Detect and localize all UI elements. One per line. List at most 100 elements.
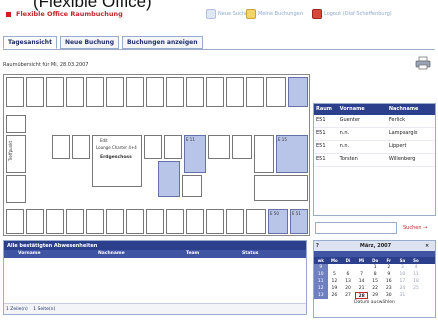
- room[interactable]: [164, 135, 182, 159]
- tab-tagesansicht[interactable]: Tagesansicht: [3, 36, 57, 49]
- column-vorname[interactable]: Vorname: [16, 250, 96, 258]
- tab-neue-buchung[interactable]: Neue Buchung: [59, 36, 119, 49]
- room[interactable]: [266, 77, 286, 107]
- calendar-day[interactable]: 12: [328, 278, 342, 285]
- new-search-link[interactable]: Neue Suche: [218, 11, 248, 17]
- room[interactable]: [6, 175, 26, 203]
- room-booked[interactable]: [288, 77, 308, 107]
- room[interactable]: [146, 209, 164, 234]
- column-team[interactable]: Team: [184, 250, 240, 258]
- room[interactable]: [6, 115, 26, 133]
- calendar-day[interactable]: 16: [382, 278, 396, 285]
- column-nachname[interactable]: Nachname: [96, 250, 184, 258]
- column-vorname[interactable]: Vorname: [338, 104, 387, 115]
- calendar-day[interactable]: 22: [368, 285, 382, 292]
- calendar-day[interactable]: 24: [396, 285, 410, 292]
- calendar-help-button[interactable]: ?: [314, 241, 328, 251]
- calendar-day[interactable]: [409, 292, 423, 299]
- calendar-day[interactable]: 8: [368, 271, 382, 278]
- room[interactable]: [182, 175, 202, 197]
- calendar-day[interactable]: 9: [382, 271, 396, 278]
- room[interactable]: [72, 135, 90, 159]
- calendar-day[interactable]: 3: [396, 264, 410, 271]
- table-row[interactable]: E51 n.n. Lampsargis: [314, 128, 435, 141]
- room[interactable]: [254, 135, 274, 173]
- room-booked[interactable]: [158, 161, 180, 197]
- room[interactable]: [6, 209, 24, 234]
- calendar-day[interactable]: 18: [409, 278, 423, 285]
- calendar-day[interactable]: [328, 264, 342, 271]
- room[interactable]: [46, 209, 64, 234]
- table-row[interactable]: E51 n.n. Lippert: [314, 141, 435, 154]
- calendar-day[interactable]: 19: [328, 285, 342, 292]
- calendar-day[interactable]: 30: [382, 292, 396, 299]
- room[interactable]: [6, 77, 24, 107]
- search-input[interactable]: [315, 222, 397, 234]
- room[interactable]: [26, 209, 44, 234]
- room[interactable]: [106, 77, 124, 107]
- room[interactable]: [208, 135, 230, 159]
- calendar-day[interactable]: 25: [409, 285, 423, 292]
- calendar-day[interactable]: 6: [341, 271, 355, 278]
- room[interactable]: [254, 175, 308, 201]
- search-button[interactable]: Suchen →: [398, 222, 436, 234]
- room[interactable]: [66, 209, 84, 234]
- column-nachname[interactable]: Nachname: [387, 104, 435, 115]
- room[interactable]: [86, 77, 104, 107]
- calendar-day[interactable]: 23: [382, 285, 396, 292]
- calendar-day[interactable]: 5: [328, 271, 342, 278]
- column-raum[interactable]: Raum: [314, 104, 338, 115]
- calendar-day[interactable]: 13: [341, 278, 355, 285]
- room[interactable]: [246, 77, 264, 107]
- room[interactable]: [232, 135, 252, 159]
- calendar-day[interactable]: 10: [396, 271, 410, 278]
- room[interactable]: [106, 209, 124, 234]
- table-row[interactable]: E51 Torsten Willenberg: [314, 154, 435, 167]
- calendar-day[interactable]: 11: [409, 271, 423, 278]
- calendar-day[interactable]: 27: [341, 292, 355, 299]
- room[interactable]: [206, 209, 224, 234]
- column-status[interactable]: Status: [240, 250, 300, 258]
- calendar-day[interactable]: 15: [368, 278, 382, 285]
- calendar-day[interactable]: 29: [368, 292, 382, 299]
- room[interactable]: [126, 209, 144, 234]
- room[interactable]: [246, 209, 266, 234]
- search-icon[interactable]: [206, 9, 216, 19]
- room[interactable]: [86, 209, 104, 234]
- calendar-day[interactable]: 1: [368, 264, 382, 271]
- printer-icon[interactable]: [415, 56, 431, 70]
- calendar-day[interactable]: 26: [328, 292, 342, 299]
- room[interactable]: [26, 77, 44, 107]
- room[interactable]: [206, 77, 224, 107]
- calendar-day[interactable]: 4: [409, 264, 423, 271]
- calendar-day[interactable]: 14: [355, 278, 369, 285]
- room[interactable]: [46, 77, 64, 107]
- table-row[interactable]: E51 Guenter Ferlick: [314, 115, 435, 128]
- room[interactable]: [226, 209, 244, 234]
- room[interactable]: [186, 77, 204, 107]
- room[interactable]: [186, 209, 204, 234]
- calendar-day-selected[interactable]: 28: [354, 292, 369, 299]
- calendar-day[interactable]: 2: [382, 264, 396, 271]
- room[interactable]: [126, 77, 144, 107]
- room[interactable]: [146, 77, 164, 107]
- my-bookings-link[interactable]: Meine Buchungen: [258, 11, 303, 17]
- room[interactable]: [166, 209, 184, 234]
- calendar-day[interactable]: 17: [396, 278, 410, 285]
- calendar-close-button[interactable]: ×: [423, 241, 433, 251]
- logout-icon[interactable]: [312, 9, 322, 19]
- calendar-day[interactable]: 20: [341, 285, 355, 292]
- calendar-day[interactable]: [341, 264, 355, 271]
- tab-buchungen-anzeigen[interactable]: Buchungen anzeigen: [121, 36, 203, 49]
- room[interactable]: [226, 77, 244, 107]
- room[interactable]: [144, 135, 162, 159]
- room[interactable]: [66, 77, 84, 107]
- bookings-icon[interactable]: [246, 9, 256, 19]
- logout-link[interactable]: Logout (Olaf Scheffenburg): [324, 11, 392, 17]
- calendar-day[interactable]: 7: [355, 271, 369, 278]
- room[interactable]: [52, 135, 70, 159]
- calendar-day[interactable]: 31: [396, 292, 410, 299]
- room[interactable]: [166, 77, 184, 107]
- calendar-day[interactable]: 21: [355, 285, 369, 292]
- calendar-day[interactable]: [355, 264, 369, 271]
